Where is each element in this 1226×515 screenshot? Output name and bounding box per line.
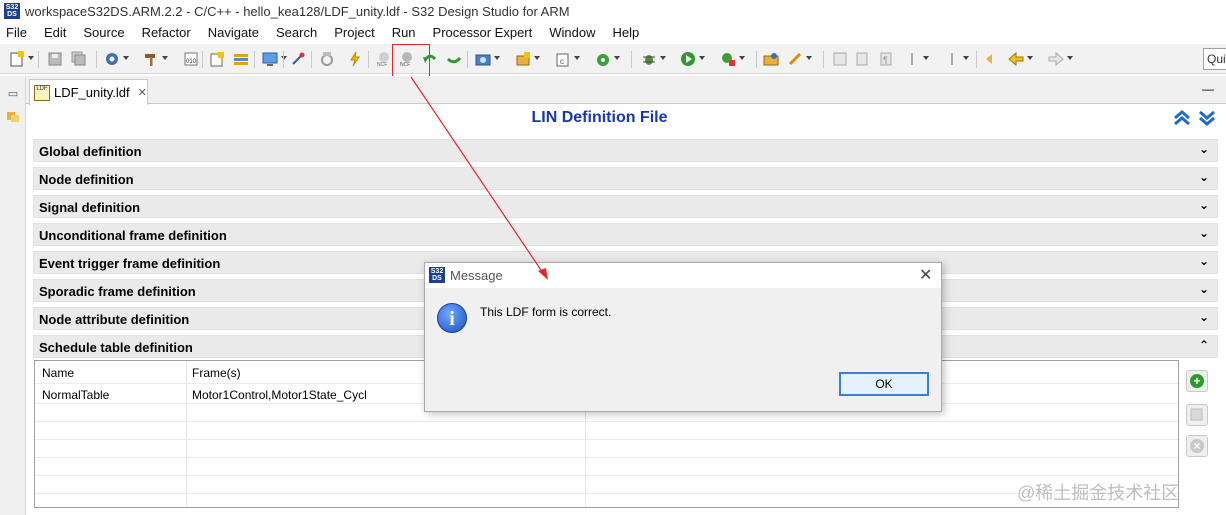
page-title: LIN Definition File	[531, 109, 668, 126]
menu-search[interactable]: Search	[274, 25, 319, 40]
project-explorer-icon[interactable]	[6, 109, 20, 123]
prev-annotation-icon[interactable]	[943, 50, 969, 68]
stack-icon[interactable]	[232, 50, 250, 68]
camera-icon[interactable]	[474, 50, 500, 68]
edit-row-button	[1186, 404, 1208, 426]
dialog-titlebar: S32 DS Message ✕	[425, 263, 941, 288]
table-cell-frames[interactable]: Motor1Control,Motor1State_Cycl	[192, 388, 367, 402]
expand-chevron-icon[interactable]: ⌄	[1199, 254, 1209, 268]
column-header-name[interactable]: Name	[42, 366, 74, 380]
expand-chevron-icon[interactable]: ⌄	[1199, 310, 1209, 324]
editor-tab-ldf-unity[interactable]: LDF LDF_unity.ldf ✕	[29, 79, 148, 105]
ncf-generate-icon[interactable]: NCF	[375, 50, 393, 68]
back-arrow-icon[interactable]	[1007, 50, 1033, 68]
expand-chevron-icon[interactable]: ⌄	[1199, 226, 1209, 240]
quick-access-input[interactable]: Qui	[1203, 48, 1226, 70]
delete-row-button: ×	[1186, 435, 1208, 457]
section-node-definition[interactable]: Node definition ⌄	[33, 167, 1218, 190]
refresh-icon[interactable]	[318, 50, 336, 68]
brush-icon[interactable]	[786, 50, 812, 68]
lightning-icon[interactable]	[346, 50, 364, 68]
save-icon[interactable]	[46, 50, 64, 68]
left-trim-bar: ▭	[0, 76, 26, 515]
last-edit-icon[interactable]	[983, 50, 1001, 68]
new-file-icon[interactable]	[8, 50, 34, 68]
forward-arrow-icon[interactable]	[1047, 50, 1073, 68]
s32ds-dialog-icon: S32 DS	[429, 267, 445, 283]
new-green-icon[interactable]	[594, 50, 620, 68]
open-folder-icon[interactable]	[762, 50, 780, 68]
watermark-text: @稀土掘金技术社区	[1017, 483, 1180, 503]
debug-bug-icon[interactable]	[640, 50, 666, 68]
section-signal-definition[interactable]: Signal definition ⌄	[33, 195, 1218, 218]
save-all-icon[interactable]	[70, 50, 88, 68]
restore-icon[interactable]: ▭	[6, 87, 20, 101]
delete-icon: ×	[1190, 439, 1204, 453]
window-titlebar: S32 DS workspaceS32DS.ARM.2.2 - C/C++ - h…	[0, 0, 1226, 22]
expand-all-icon[interactable]	[1198, 109, 1216, 127]
menu-source[interactable]: Source	[81, 25, 126, 40]
block-icon[interactable]	[853, 50, 871, 68]
info-icon: i	[437, 303, 467, 333]
expand-chevron-icon[interactable]: ⌄	[1199, 282, 1209, 296]
build-hammer-icon[interactable]	[142, 50, 168, 68]
window-title: workspaceS32DS.ARM.2.2 - C/C++ - hello_k…	[25, 3, 570, 19]
expand-chevron-icon[interactable]: ⌄	[1199, 198, 1209, 212]
svg-text:¶: ¶	[883, 55, 888, 65]
next-annotation-icon[interactable]	[903, 50, 929, 68]
menu-help[interactable]: Help	[611, 25, 642, 40]
package-icon[interactable]	[514, 50, 540, 68]
paragraph-icon[interactable]: ¶	[877, 50, 895, 68]
expand-chevron-icon[interactable]: ⌄	[1199, 142, 1209, 156]
menu-processor-expert[interactable]: Processor Expert	[431, 25, 535, 40]
pin-icon[interactable]	[289, 50, 307, 68]
editor-tab-label: LDF_unity.ldf	[54, 85, 130, 100]
editor-tab-bar: LDF LDF_unity.ldf ✕ —	[26, 76, 1226, 105]
monitor-icon[interactable]	[261, 50, 287, 68]
binary-icon[interactable]: 010	[182, 50, 200, 68]
ok-button[interactable]: OK	[839, 372, 929, 396]
new-project-icon[interactable]	[208, 50, 226, 68]
edit-icon	[1190, 408, 1203, 421]
message-dialog: S32 DS Message ✕ i This LDF form is corre…	[424, 262, 942, 412]
dialog-close-icon[interactable]: ✕	[919, 265, 932, 285]
s32ds-app-icon: S32 DS	[4, 3, 20, 19]
new-class-icon[interactable]: c	[554, 50, 580, 68]
annotation-highlight-box	[392, 44, 430, 77]
redo-green-icon[interactable]	[445, 50, 463, 68]
dialog-message: This LDF form is correct.	[480, 305, 612, 319]
menu-window[interactable]: Window	[547, 25, 597, 40]
svg-text:010: 010	[186, 59, 197, 65]
column-header-frames[interactable]: Frame(s)	[192, 366, 241, 380]
minimize-icon[interactable]: —	[1202, 82, 1214, 96]
add-icon: +	[1190, 374, 1204, 388]
table-cell-name[interactable]: NormalTable	[42, 388, 109, 402]
menu-project[interactable]: Project	[332, 25, 376, 40]
menu-edit[interactable]: Edit	[42, 25, 68, 40]
ldf-file-icon: LDF	[34, 84, 50, 101]
menu-refactor[interactable]: Refactor	[140, 25, 193, 40]
dialog-title: Message	[450, 268, 503, 283]
main-toolbar: 010 NCF NCF c ¶	[0, 44, 1226, 74]
tab-close-icon[interactable]: ✕	[138, 86, 147, 99]
collapse-all-icon[interactable]	[1173, 109, 1191, 127]
settings-gear-icon[interactable]	[103, 50, 129, 68]
section-unconditional-frame-definition[interactable]: Unconditional frame definition ⌄	[33, 223, 1218, 246]
menu-navigate[interactable]: Navigate	[206, 25, 261, 40]
section-global-definition[interactable]: Global definition ⌄	[33, 139, 1218, 162]
menu-bar: File Edit Source Refactor Navigate Searc…	[0, 22, 1226, 42]
menu-file[interactable]: File	[4, 25, 29, 40]
svg-text:c: c	[560, 57, 564, 66]
menu-run[interactable]: Run	[390, 25, 418, 40]
svg-text:NCF: NCF	[377, 62, 387, 67]
expand-chevron-icon[interactable]: ⌄	[1199, 170, 1209, 184]
add-row-button[interactable]: +	[1186, 370, 1208, 392]
run-external-icon[interactable]	[719, 50, 745, 68]
collapse-chevron-icon[interactable]: ⌃	[1199, 338, 1209, 352]
run-play-icon[interactable]	[679, 50, 705, 68]
toggle-markers-icon[interactable]	[831, 50, 849, 68]
